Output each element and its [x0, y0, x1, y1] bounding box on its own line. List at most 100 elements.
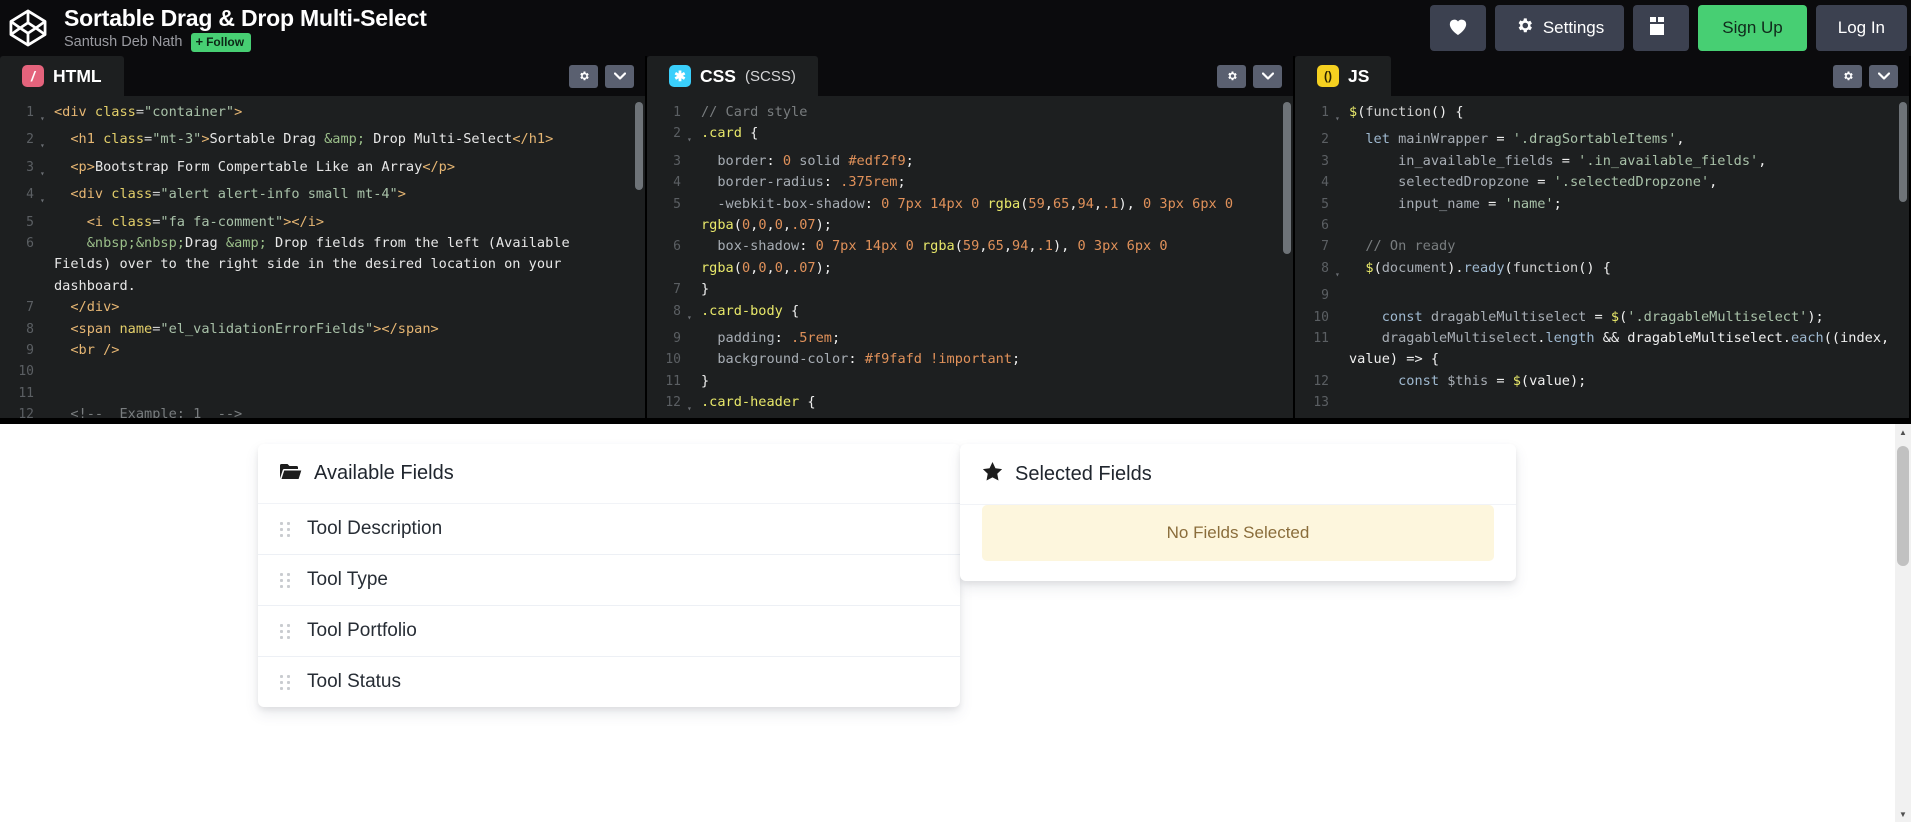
code-fold-arrow-icon[interactable]	[687, 371, 701, 392]
drag-handle-icon[interactable]	[280, 675, 291, 690]
code-fold-arrow-icon[interactable]	[40, 233, 54, 297]
code-fold-arrow-icon[interactable]	[1335, 328, 1349, 371]
line-number: 12	[1295, 371, 1335, 392]
code-fold-arrow-icon[interactable]	[1335, 194, 1349, 215]
code-fold-arrow-icon[interactable]	[1335, 151, 1349, 172]
available-field-item[interactable]: Tool Description	[258, 504, 960, 555]
pane-chevron-down-icon-js[interactable]	[1869, 65, 1898, 88]
code-fold-arrow-icon[interactable]	[687, 194, 701, 237]
code-line-text: <p>Bootstrap Form Compertable Like an Ar…	[54, 157, 645, 184]
code-fold-arrow-icon[interactable]	[40, 212, 54, 233]
code-line-text: // On ready	[1349, 236, 1909, 257]
pane-settings-gear-icon-html[interactable]	[569, 65, 598, 88]
follow-button[interactable]: + Follow	[191, 33, 252, 52]
code-line-text: }	[701, 279, 1293, 300]
code-fold-arrow-icon[interactable]	[687, 172, 701, 193]
line-number: 7	[647, 279, 687, 300]
settings-button[interactable]: Settings	[1495, 5, 1624, 51]
scroll-up-arrow-icon[interactable]: ▲	[1895, 424, 1911, 440]
code-fold-arrow-icon[interactable]: ▾	[1335, 102, 1349, 129]
code-fold-arrow-icon[interactable]	[1335, 285, 1349, 306]
pane-chevron-down-icon-css[interactable]	[1253, 65, 1282, 88]
selected-dropzone[interactable]: No Fields Selected	[960, 505, 1516, 561]
html-badge-icon: /	[22, 65, 44, 87]
login-button[interactable]: Log In	[1816, 5, 1907, 51]
pane-tools-css	[1217, 65, 1293, 88]
pane-scrollbar-js[interactable]	[1899, 102, 1907, 202]
code-fold-arrow-icon[interactable]: ▾	[687, 392, 701, 418]
code-fold-arrow-icon[interactable]: ▾	[40, 129, 54, 156]
code-fold-arrow-icon[interactable]	[40, 340, 54, 361]
code-fold-arrow-icon[interactable]	[40, 297, 54, 318]
code-fold-arrow-icon[interactable]	[687, 236, 701, 279]
selected-fields-header: Selected Fields	[960, 444, 1516, 505]
code-fold-arrow-icon[interactable]	[40, 383, 54, 404]
code-line: 12▾.card-header {	[647, 392, 1293, 418]
code-fold-arrow-icon[interactable]	[687, 349, 701, 370]
code-fold-arrow-icon[interactable]	[687, 151, 701, 172]
pane-chevron-down-icon-html[interactable]	[605, 65, 634, 88]
code-line-text	[1349, 392, 1909, 413]
line-number: 1	[1295, 102, 1335, 129]
line-number: 6	[647, 236, 687, 279]
code-line: 3 in_available_fields = '.in_available_f…	[1295, 151, 1909, 172]
available-field-item[interactable]: Tool Type	[258, 555, 960, 606]
signup-button[interactable]: Sign Up	[1698, 5, 1806, 51]
code-fold-arrow-icon[interactable]: ▾	[687, 123, 701, 150]
tab-css[interactable]: ✱CSS(SCSS)	[647, 56, 818, 96]
code-line-text: </div>	[54, 297, 645, 318]
code-fold-arrow-icon[interactable]	[687, 102, 701, 123]
drag-handle-icon[interactable]	[280, 522, 291, 537]
code-fold-arrow-icon[interactable]	[687, 328, 701, 349]
line-number: 11	[1295, 328, 1335, 371]
scroll-down-arrow-icon[interactable]: ▼	[1895, 806, 1911, 822]
page-title: Sortable Drag & Drop Multi-Select	[64, 5, 427, 31]
page-scrollbar-thumb[interactable]	[1897, 446, 1909, 566]
code-editor-css[interactable]: 1// Card style2▾.card {3 border: 0 solid…	[647, 96, 1293, 418]
code-line: 4 selectedDropzone = '.selectedDropzone'…	[1295, 172, 1909, 193]
code-fold-arrow-icon[interactable]	[687, 279, 701, 300]
change-view-button[interactable]	[1633, 5, 1689, 51]
code-fold-arrow-icon[interactable]	[1335, 215, 1349, 236]
available-field-item[interactable]: Tool Status	[258, 657, 960, 707]
pane-tools-js	[1833, 65, 1909, 88]
selected-fields-card: Selected Fields No Fields Selected	[960, 444, 1516, 581]
code-fold-arrow-icon[interactable]	[40, 319, 54, 340]
code-line-text: &nbsp;&nbsp;Drag &amp; Drop fields from …	[54, 233, 645, 297]
code-fold-arrow-icon[interactable]: ▾	[40, 404, 54, 418]
code-fold-arrow-icon[interactable]	[1335, 236, 1349, 257]
code-fold-arrow-icon[interactable]	[1335, 392, 1349, 413]
code-fold-arrow-icon[interactable]: ▾	[40, 102, 54, 129]
code-fold-arrow-icon[interactable]: ▾	[687, 301, 701, 328]
code-fold-arrow-icon[interactable]	[1335, 129, 1349, 150]
code-fold-arrow-icon[interactable]	[1335, 371, 1349, 392]
code-line-text: input_name = 'name';	[1349, 194, 1909, 215]
pane-settings-gear-icon-css[interactable]	[1217, 65, 1246, 88]
code-fold-arrow-icon[interactable]: ▾	[40, 157, 54, 184]
pane-scrollbar-css[interactable]	[1283, 102, 1291, 254]
code-editor-html[interactable]: 1▾<div class="container">2▾ <h1 class="m…	[0, 96, 645, 418]
drag-handle-icon[interactable]	[280, 624, 291, 639]
drag-handle-icon[interactable]	[280, 573, 291, 588]
codepen-logo-icon[interactable]	[6, 6, 50, 50]
available-field-label: Tool Status	[307, 671, 401, 693]
settings-button-label: Settings	[1543, 18, 1604, 38]
code-editor-js[interactable]: 1▾$(function() {2 let mainWrapper = '.dr…	[1295, 96, 1909, 418]
pane-settings-gear-icon-js[interactable]	[1833, 65, 1862, 88]
star-icon	[982, 462, 1003, 486]
tab-html[interactable]: /HTML	[0, 56, 124, 96]
code-line: 3 border: 0 solid #edf2f9;	[647, 151, 1293, 172]
code-fold-arrow-icon[interactable]: ▾	[40, 184, 54, 211]
love-button[interactable]	[1430, 5, 1486, 51]
code-line-text: <!-- Example: 1 -->	[54, 404, 645, 418]
available-field-label: Tool Portfolio	[307, 620, 417, 642]
line-number: 7	[1295, 236, 1335, 257]
code-fold-arrow-icon[interactable]	[40, 361, 54, 382]
code-fold-arrow-icon[interactable]: ▾	[1335, 258, 1349, 285]
pane-scrollbar-html[interactable]	[635, 102, 643, 190]
author-name[interactable]: Santush Deb Nath	[64, 34, 183, 50]
tab-js[interactable]: ()JS	[1295, 56, 1391, 96]
code-fold-arrow-icon[interactable]	[1335, 307, 1349, 328]
available-field-item[interactable]: Tool Portfolio	[258, 606, 960, 657]
code-fold-arrow-icon[interactable]	[1335, 172, 1349, 193]
